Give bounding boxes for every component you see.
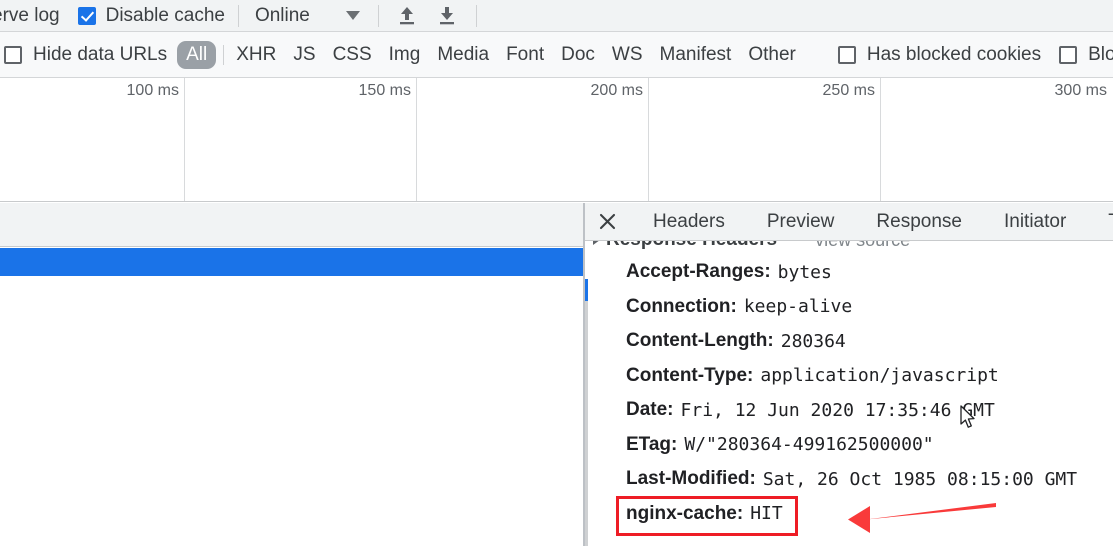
header-value: Fri, 12 Jun 2020 17:35:46 GMT: [680, 399, 995, 421]
tab-initiator[interactable]: Initiator: [990, 211, 1080, 233]
timeline-gridline: [184, 78, 185, 201]
filter-type-media[interactable]: Media: [437, 44, 489, 66]
disable-cache-label: Disable cache: [105, 4, 225, 26]
filter-type-doc[interactable]: Doc: [561, 44, 595, 66]
header-row-accept-ranges[interactable]: Accept-Ranges: bytes: [585, 255, 1113, 290]
blocked-requests-label: Blocked Requ: [1088, 43, 1113, 65]
download-arrow-icon: [439, 6, 454, 24]
header-value: keep-alive: [743, 296, 853, 318]
header-name: Content-Length:: [626, 330, 774, 352]
has-blocked-cookies-checkbox-group[interactable]: Has blocked cookies: [837, 43, 1042, 66]
network-timeline-overview[interactable]: 100 ms 150 ms 200 ms 250 ms 300 ms: [0, 78, 1113, 202]
filter-type-img[interactable]: Img: [389, 44, 421, 66]
header-name: Last-Modified:: [626, 468, 756, 490]
preserve-log-label: erve log: [0, 4, 60, 26]
timeline-tick-label: 250 ms: [822, 82, 875, 99]
filter-type-ws[interactable]: WS: [612, 44, 643, 66]
filter-divider: [223, 44, 225, 65]
header-row-nginx-cache[interactable]: nginx-cache: HIT: [585, 497, 1113, 532]
disable-cache-checkbox[interactable]: [77, 6, 96, 25]
close-details-button[interactable]: [585, 212, 629, 231]
header-name: Accept-Ranges:: [626, 261, 771, 283]
import-har-button[interactable]: [396, 5, 418, 27]
headers-scroll-area[interactable]: Response Headers view source Accept-Rang…: [585, 241, 1113, 546]
preserve-log-checkbox-group[interactable]: erve log: [0, 5, 60, 27]
timeline-gridline: [880, 78, 881, 201]
timeline-tick-label: 200 ms: [590, 82, 643, 99]
header-name: Connection:: [626, 295, 737, 317]
tab-headers[interactable]: Headers: [639, 211, 739, 233]
request-table-header[interactable]: [0, 203, 585, 247]
header-value: HIT: [750, 503, 783, 525]
has-blocked-cookies-checkbox[interactable]: [837, 45, 856, 64]
table-row-selected[interactable]: [0, 248, 585, 276]
header-value: bytes: [777, 261, 832, 283]
timeline-tick-label: 300 ms: [1054, 82, 1107, 99]
tab-preview[interactable]: Preview: [753, 211, 849, 233]
filter-type-font[interactable]: Font: [506, 44, 544, 66]
header-row-connection[interactable]: Connection: keep-alive: [585, 290, 1113, 325]
view-source-link[interactable]: view source: [815, 241, 910, 251]
header-name: Date:: [626, 399, 674, 421]
export-har-button[interactable]: [436, 5, 458, 27]
timeline-tick-label: 100 ms: [126, 82, 179, 99]
filter-toolbar: Hide data URLs All XHR JS CSS Img Media …: [0, 32, 1113, 78]
has-blocked-cookies-label: Has blocked cookies: [866, 43, 1042, 65]
chevron-down-icon: [345, 11, 360, 20]
header-row-last-modified[interactable]: Last-Modified: Sat, 26 Oct 1985 08:15:00…: [585, 462, 1113, 497]
timeline-tick-label: 150 ms: [358, 82, 411, 99]
header-value: 280364: [780, 330, 846, 352]
upload-arrow-icon: [399, 6, 414, 24]
timeline-gridline: [416, 78, 417, 201]
toolbar-divider-2: [377, 4, 379, 27]
header-value: Sat, 26 Oct 1985 08:15:00 GMT: [762, 468, 1078, 490]
request-list[interactable]: [0, 203, 585, 546]
chevron-right-icon[interactable]: [593, 241, 600, 245]
header-name: nginx-cache:: [626, 502, 744, 524]
filter-type-manifest[interactable]: Manifest: [660, 44, 732, 66]
filter-type-all[interactable]: All: [177, 40, 217, 69]
network-conditions-toolbar: erve log Disable cache Online: [0, 0, 1113, 32]
close-icon: [599, 213, 615, 230]
throttling-dropdown[interactable]: Online: [239, 5, 360, 27]
hide-data-urls-checkbox-group[interactable]: Hide data URLs: [4, 44, 167, 66]
header-value: W/"280364-499162500000": [684, 434, 934, 456]
header-row-content-length[interactable]: Content-Length: 280364: [585, 324, 1113, 359]
tab-response[interactable]: Response: [862, 211, 976, 233]
filter-type-js[interactable]: JS: [293, 44, 315, 66]
header-value: application/javascript: [760, 365, 999, 387]
details-tab-bar: Headers Preview Response Initiator Timin…: [585, 203, 1113, 241]
toolbar-divider-3: [475, 4, 477, 27]
header-name: ETag:: [626, 433, 678, 455]
tab-timing[interactable]: Timing: [1094, 211, 1113, 233]
request-details-pane: Response Headers view source Accept-Rang…: [585, 203, 1113, 546]
throttling-value: Online: [254, 4, 310, 26]
hide-data-urls-checkbox[interactable]: [4, 45, 22, 64]
header-row-etag[interactable]: ETag: W/"280364-499162500000": [585, 428, 1113, 463]
header-row-date[interactable]: Date: Fri, 12 Jun 2020 17:35:46 GMT: [585, 393, 1113, 428]
blocked-requests-checkbox-group[interactable]: Blocked Requ: [1059, 44, 1113, 66]
filter-type-other[interactable]: Other: [748, 44, 796, 66]
header-name: Content-Type:: [626, 364, 754, 386]
disable-cache-checkbox-group[interactable]: Disable cache: [77, 4, 225, 27]
header-row-content-type[interactable]: Content-Type: application/javascript: [585, 359, 1113, 394]
filter-type-xhr[interactable]: XHR: [236, 44, 276, 66]
hide-data-urls-label: Hide data URLs: [33, 43, 168, 65]
blocked-requests-checkbox[interactable]: [1059, 45, 1078, 64]
timeline-gridline: [648, 78, 649, 201]
response-headers-section[interactable]: Response Headers view source: [585, 241, 1113, 255]
filter-type-css[interactable]: CSS: [333, 44, 372, 66]
response-headers-title: Response Headers: [606, 241, 777, 251]
